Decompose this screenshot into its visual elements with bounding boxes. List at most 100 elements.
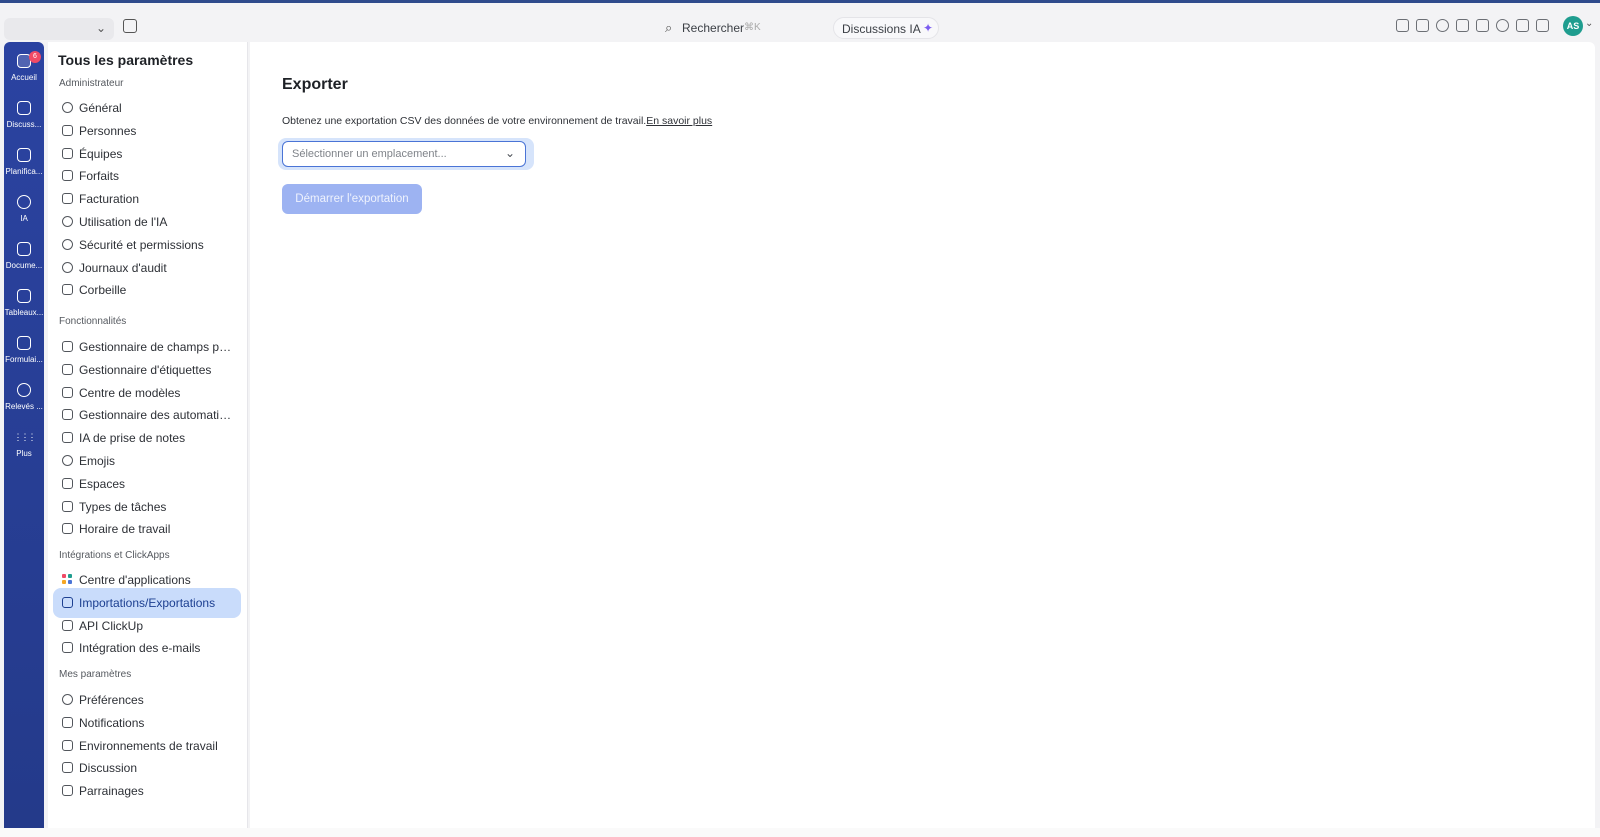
settings-item-label: Centre de modèles	[79, 385, 181, 400]
edit-icon	[62, 341, 73, 352]
document-icon[interactable]	[1536, 19, 1549, 32]
emoji-icon	[62, 455, 73, 466]
rail-item-0[interactable]: Accueil 6	[4, 48, 44, 92]
robot-icon	[62, 409, 73, 421]
ai-icon	[62, 216, 73, 227]
settings-item-label: Parrainages	[79, 784, 144, 799]
settings-icon[interactable]	[1436, 19, 1449, 32]
settings-item-label: Facturation	[79, 192, 140, 207]
shield-icon	[62, 238, 73, 250]
background-strip	[0, 828, 1600, 837]
settings-item-label: API ClickUp	[79, 618, 144, 633]
workspace-dropdown[interactable]: ⌄	[4, 18, 114, 40]
settings-item-mail[interactable]: Intégration des e-mails	[53, 633, 241, 663]
settings-item-label: Intégration des e-mails	[79, 641, 201, 656]
rail-item-label: Tableaux...	[4, 308, 44, 317]
notification-badge: 6	[29, 51, 41, 63]
rail-item-2[interactable]: Planifica...	[4, 142, 44, 186]
workspace-icon	[62, 739, 73, 751]
settings-item-label: Notifications	[79, 715, 145, 730]
settings-item-label: Gestionnaire des automatisati...	[79, 408, 237, 423]
start-export-button[interactable]: Démarrer l'exportation	[282, 184, 422, 214]
document-icon	[17, 242, 31, 256]
search-label: Rechercher	[682, 21, 745, 35]
main-content: Exporter Obtenez une exportation CSV des…	[250, 42, 1595, 828]
settings-item-label: Horaire de travail	[79, 522, 171, 537]
search-button[interactable]: ⌕ Rechercher ⌘K	[660, 17, 836, 39]
settings-item-referral[interactable]: Parrainages	[53, 776, 241, 806]
location-select[interactable]: Sélectionner un emplacement... ⌄	[282, 141, 526, 167]
rail-item-label: Discuss...	[6, 120, 42, 129]
apps-icon	[62, 574, 73, 585]
rail-item-label: Docume...	[5, 261, 43, 270]
calendar-icon	[17, 148, 31, 162]
trash-icon	[62, 284, 73, 296]
import-export-icon	[62, 596, 73, 608]
settings-item-label: Emojis	[79, 454, 116, 468]
window-top-border	[0, 0, 1600, 3]
api-icon	[62, 619, 73, 631]
chevron-down-icon[interactable]: ⌄	[1585, 18, 1593, 29]
grid-icon: ⋮⋮⋮	[13, 432, 37, 442]
history-icon	[62, 261, 73, 273]
inbox-icon[interactable]	[1416, 19, 1429, 32]
dashboard-icon	[17, 289, 31, 303]
video-icon[interactable]	[1476, 19, 1489, 32]
teams-icon	[62, 147, 73, 159]
tag-icon	[62, 363, 73, 375]
location-select-placeholder: Sélectionner un emplacement...	[292, 148, 447, 160]
microphone-icon[interactable]	[1496, 19, 1509, 32]
rail-item-8[interactable]: ⋮⋮⋮ Plus	[4, 424, 44, 468]
settings-sidebar: Tous les paramètres Administrateur Généra…	[48, 42, 248, 828]
clock-icon	[17, 383, 31, 397]
check-edit-icon[interactable]	[1396, 19, 1409, 32]
diamond-icon	[62, 170, 73, 182]
settings-item-label: Espaces	[79, 476, 126, 491]
settings-item-trash[interactable]: Corbeille	[53, 275, 241, 305]
rail-item-6[interactable]: Formulai...	[4, 330, 44, 374]
rail-item-label: Planifica...	[5, 167, 43, 176]
learn-more-link[interactable]: En savoir plus	[646, 115, 712, 127]
credit-card-icon	[62, 193, 73, 205]
cube-icon	[62, 500, 73, 512]
settings-item-calendar-clock[interactable]: Horaire de travail	[53, 514, 241, 544]
rail-item-3[interactable]: IA	[4, 189, 44, 233]
settings-item-label: Personnes	[79, 123, 137, 138]
rail-item-label: IA	[20, 214, 28, 223]
rail-item-5[interactable]: Tableaux...	[4, 283, 44, 327]
settings-item-label: Corbeille	[79, 283, 127, 298]
settings-item-label: Gestionnaire de champs pers...	[79, 340, 237, 354]
settings-item-label: Types de tâches	[79, 499, 167, 514]
rail-item-label: Plus	[16, 449, 32, 458]
rail-item-1[interactable]: Discuss...	[4, 95, 44, 139]
settings-item-label: Environnements de travail	[79, 738, 218, 753]
chat-icon	[62, 762, 73, 774]
alarm-icon[interactable]	[1516, 19, 1529, 32]
settings-item-label: Journaux d'audit	[79, 260, 167, 275]
rail-item-label: Relevés ...	[5, 402, 43, 411]
rail-item-label: Accueil	[11, 73, 37, 82]
bell-icon	[62, 716, 73, 728]
top-bar: ⌄ ⌕ Rechercher ⌘K Discussions IA ✦ AS ⌄	[0, 10, 1600, 44]
notepad-icon[interactable]	[1456, 19, 1469, 32]
form-icon	[17, 336, 31, 350]
rail-item-4[interactable]: Docume...	[4, 236, 44, 280]
avatar[interactable]: AS	[1563, 16, 1583, 36]
rocket-icon	[62, 477, 73, 489]
settings-item-label: IA de prise de notes	[79, 431, 186, 446]
mail-icon	[62, 642, 73, 654]
notetaker-icon	[62, 432, 73, 444]
calendar-icon[interactable]	[123, 19, 137, 33]
search-shortcut: ⌘K	[744, 22, 761, 33]
search-icon: ⌕	[665, 20, 673, 35]
settings-item-label: Discussion	[79, 761, 138, 776]
rail-item-label: Formulai...	[5, 355, 43, 364]
settings-item-label: Sécurité et permissions	[79, 237, 204, 252]
ai-discussions-button[interactable]: Discussions IA ✦	[833, 17, 939, 39]
chat-icon	[17, 101, 31, 115]
rail-item-7[interactable]: Relevés ...	[4, 377, 44, 421]
template-icon	[62, 386, 73, 398]
location-select-focus-ring: Sélectionner un emplacement... ⌄	[278, 138, 534, 170]
settings-item-label: Utilisation de l'IA	[79, 215, 168, 229]
settings-item-label: Gestionnaire d'étiquettes	[79, 362, 212, 377]
